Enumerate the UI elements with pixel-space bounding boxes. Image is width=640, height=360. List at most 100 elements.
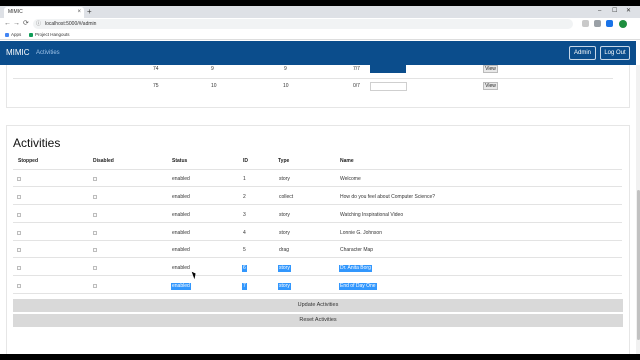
- disabled-checkbox[interactable]: [93, 266, 97, 270]
- logout-button[interactable]: Log Out: [600, 46, 630, 60]
- name-cell: Lonnie G. Johnson: [340, 230, 382, 236]
- row-divider: [13, 257, 622, 258]
- name-cell: Character Map: [340, 247, 374, 253]
- brand[interactable]: MIMIC: [6, 41, 30, 65]
- nav-link-activities[interactable]: Activities: [36, 41, 60, 65]
- header-name: Name: [340, 158, 354, 164]
- app-navbar: MIMIC Activities Admin Log Out: [0, 41, 636, 65]
- id-cell: 5: [243, 247, 246, 253]
- row-divider: [13, 293, 622, 294]
- view-button-74[interactable]: View: [483, 65, 498, 73]
- status-cell: enabled: [172, 212, 190, 218]
- name-cell: End of Day One: [339, 283, 377, 290]
- url-text: localhost:5000/#/admin: [45, 21, 97, 27]
- minimize-icon[interactable]: –: [598, 6, 601, 17]
- type-cell: story: [279, 230, 290, 236]
- disabled-checkbox[interactable]: [93, 284, 97, 288]
- star-icon[interactable]: [582, 20, 589, 27]
- maximize-icon[interactable]: ☐: [612, 6, 617, 17]
- bookmark-apps[interactable]: Apps: [5, 30, 21, 40]
- row-75-id: 75: [153, 83, 159, 89]
- row-75-a: 10: [211, 83, 217, 89]
- name-cell: Watching Inspirational Video: [340, 212, 404, 218]
- type-cell: story: [278, 283, 291, 290]
- status-cell: enabled: [172, 265, 190, 271]
- reload-icon[interactable]: ⟳: [23, 18, 29, 30]
- row-divider: [13, 204, 622, 205]
- bookmark-project-hangouts[interactable]: Project Hangouts: [29, 30, 70, 40]
- row-74-c: 7/7: [353, 66, 360, 72]
- row-divider: [13, 275, 622, 276]
- status-cell: enabled: [172, 194, 190, 200]
- name-cell: How do you feel about Computer Science?: [340, 194, 436, 200]
- header-id: ID: [243, 158, 248, 164]
- row-74-a: 9: [211, 66, 214, 72]
- browser-chrome: MIMIC × + – ☐ ✕ ← → ⟳ ⓘ localhost:5000/#…: [0, 6, 640, 40]
- disabled-checkbox[interactable]: [93, 177, 97, 181]
- stopped-checkbox[interactable]: [17, 231, 21, 235]
- id-cell: 1: [243, 176, 246, 182]
- sessions-card: 74 9 9 7/7 View 75 10 10 0/7 View: [6, 65, 630, 108]
- stopped-checkbox[interactable]: [17, 177, 21, 181]
- apps-icon: [5, 32, 9, 37]
- view-button-75[interactable]: View: [483, 82, 498, 90]
- disabled-checkbox[interactable]: [93, 213, 97, 217]
- id-cell: 7: [242, 283, 247, 290]
- row-74-b: 9: [284, 66, 287, 72]
- stopped-checkbox[interactable]: [17, 195, 21, 199]
- type-cell: collect: [279, 194, 294, 200]
- header-divider: [13, 169, 622, 170]
- id-cell: 4: [243, 230, 246, 236]
- status-cell: enabled: [172, 230, 190, 236]
- browser-tab[interactable]: MIMIC ×: [4, 7, 84, 18]
- extension-icon[interactable]: [594, 20, 601, 27]
- profile-avatar[interactable]: [619, 20, 627, 28]
- stopped-checkbox[interactable]: [17, 213, 21, 217]
- header-disabled: Disabled: [93, 158, 114, 164]
- row-divider: [13, 222, 622, 223]
- stopped-checkbox[interactable]: [17, 266, 21, 270]
- disabled-checkbox[interactable]: [93, 195, 97, 199]
- update-activities-button[interactable]: Update Activities: [13, 299, 623, 312]
- main-content[interactable]: 74 9 9 7/7 View 75 10 10 0/7 View Activi…: [0, 65, 636, 354]
- type-cell: story: [279, 212, 290, 218]
- status-cell: enabled: [172, 176, 190, 182]
- row-divider: [13, 186, 622, 187]
- status-cell: enabled: [171, 283, 191, 290]
- id-cell: 3: [243, 212, 246, 218]
- name-cell: Welcome: [340, 176, 361, 182]
- id-cell: 2: [243, 194, 246, 200]
- forward-icon[interactable]: →: [13, 18, 20, 30]
- status-cell: enabled: [172, 247, 190, 253]
- new-tab-button[interactable]: +: [87, 6, 92, 17]
- bookmarks-bar: Apps Project Hangouts: [0, 30, 640, 40]
- header-stopped: Stopped: [18, 158, 38, 164]
- tab-close-icon[interactable]: ×: [77, 7, 81, 18]
- info-icon: ⓘ: [36, 21, 42, 27]
- back-icon[interactable]: ←: [4, 18, 11, 30]
- hangouts-icon: [29, 32, 33, 37]
- reset-activities-button[interactable]: Reset Activities: [13, 314, 623, 327]
- stopped-checkbox[interactable]: [17, 248, 21, 252]
- type-cell: story: [278, 265, 291, 272]
- page-scrollbar[interactable]: [636, 65, 640, 354]
- scrollbar-thumb[interactable]: [636, 190, 640, 340]
- admin-button[interactable]: Admin: [569, 46, 596, 60]
- row-divider: [13, 240, 622, 241]
- stopped-checkbox[interactable]: [17, 284, 21, 288]
- header-type: Type: [278, 158, 290, 164]
- activities-title: Activities: [13, 136, 61, 150]
- disabled-checkbox[interactable]: [93, 248, 97, 252]
- row-75-c: 0/7: [353, 83, 360, 89]
- extension-icon-2[interactable]: [606, 20, 613, 27]
- row-74-id: 74: [153, 66, 159, 72]
- address-bar[interactable]: ⓘ localhost:5000/#/admin: [33, 19, 573, 29]
- id-cell: 6: [242, 265, 247, 272]
- page: MIMIC Activities Admin Log Out 74 9 9 7/…: [0, 40, 640, 354]
- disabled-checkbox[interactable]: [93, 231, 97, 235]
- progress-bar-75: [370, 82, 407, 91]
- row-75-b: 10: [283, 83, 289, 89]
- browser-toolbar: ← → ⟳ ⓘ localhost:5000/#/admin: [0, 18, 640, 30]
- progress-bar-74: [370, 65, 406, 73]
- close-window-icon[interactable]: ✕: [626, 6, 631, 17]
